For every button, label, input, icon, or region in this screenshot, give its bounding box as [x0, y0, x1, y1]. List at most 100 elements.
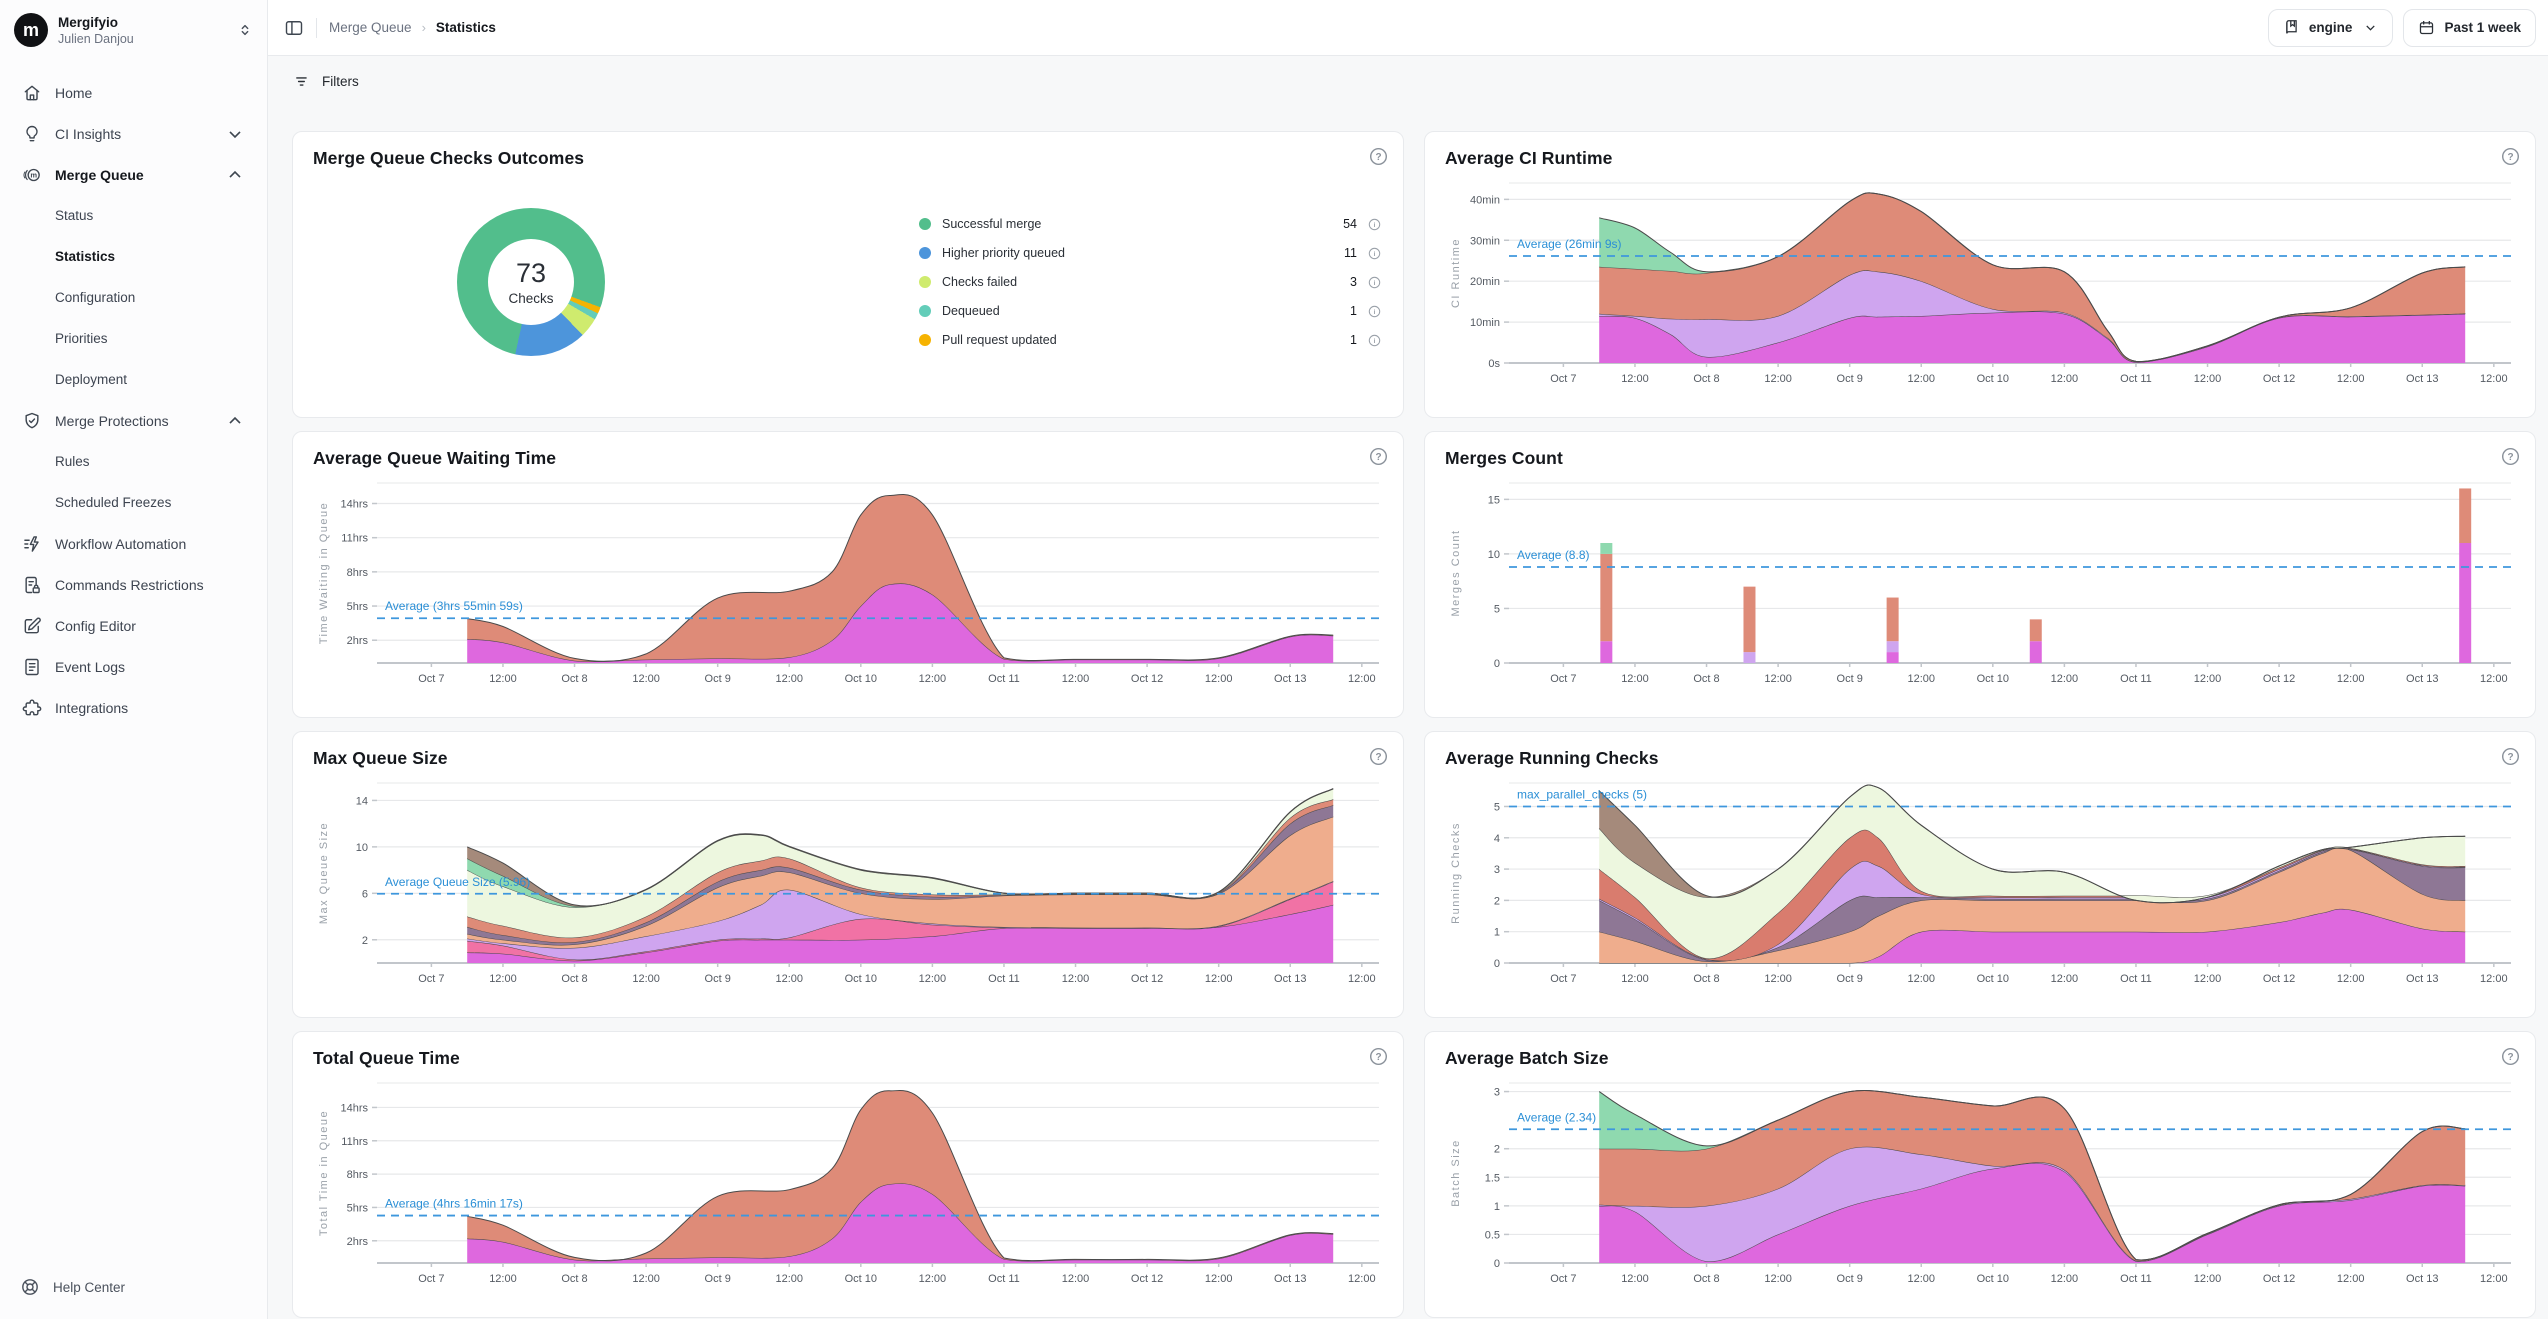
help-icon[interactable]: ? — [2501, 147, 2520, 166]
sidebar-item-label: Commands Restrictions — [55, 577, 204, 593]
sidebar-item-label: Home — [55, 85, 92, 101]
help-icon[interactable]: ? — [1369, 147, 1388, 166]
svg-text:Total Time in Queue: Total Time in Queue — [318, 1110, 330, 1236]
sidebar-item-statistics[interactable]: Statistics — [12, 236, 255, 277]
sidebar-item-event-logs[interactable]: Event Logs — [12, 646, 255, 687]
sidebar-item-deployment[interactable]: Deployment — [12, 359, 255, 400]
legend-item: Pull request updated1i — [919, 330, 1381, 351]
svg-text:14hrs: 14hrs — [340, 499, 368, 511]
info-icon[interactable]: i — [1368, 247, 1381, 260]
svg-text:Oct 12: Oct 12 — [2263, 373, 2295, 385]
sidebar-item-ci-insights[interactable]: CI Insights — [12, 113, 255, 154]
breadcrumb-section[interactable]: Merge Queue — [329, 20, 412, 35]
sidebar-item-label: Merge Queue — [55, 167, 144, 183]
org-name: Mergifyio — [58, 15, 134, 30]
svg-text:i: i — [1374, 221, 1376, 228]
svg-text:12:00: 12:00 — [2051, 973, 2079, 985]
svg-text:Oct 8: Oct 8 — [1693, 1273, 1719, 1285]
filters-button[interactable]: Filters — [322, 74, 359, 89]
svg-text:20min: 20min — [1470, 276, 1500, 288]
chart-total-queue: 2hrs5hrs8hrs11hrs14hrsOct 712:00Oct 812:… — [313, 1075, 1385, 1299]
help-icon[interactable]: ? — [1369, 447, 1388, 466]
zap-icon — [22, 534, 42, 554]
svg-text:Oct 10: Oct 10 — [845, 1273, 877, 1285]
sidebar-item-integrations[interactable]: Integrations — [12, 687, 255, 728]
legend-label: Dequeued — [942, 304, 1000, 318]
info-icon[interactable]: i — [1368, 276, 1381, 289]
svg-text:12:00: 12:00 — [1621, 1273, 1649, 1285]
card-outcomes: Merge Queue Checks Outcomes?73ChecksSucc… — [292, 131, 1404, 418]
sidebar-item-workflow-automation[interactable]: Workflow Automation — [12, 523, 255, 564]
svg-text:12:00: 12:00 — [2051, 673, 2079, 685]
info-icon[interactable]: i — [1368, 334, 1381, 347]
sidebar-item-scheduled-freezes[interactable]: Scheduled Freezes — [12, 482, 255, 523]
svg-text:14: 14 — [356, 795, 368, 807]
repository-select[interactable]: engine — [2268, 9, 2394, 47]
sidebar-item-config-editor[interactable]: Config Editor — [12, 605, 255, 646]
svg-text:Oct 11: Oct 11 — [988, 973, 1020, 985]
svg-text:0: 0 — [1494, 658, 1500, 670]
sidebar-item-configuration[interactable]: Configuration — [12, 277, 255, 318]
legend-dot — [919, 276, 931, 288]
card-title: Max Queue Size — [313, 748, 1383, 769]
svg-text:12:00: 12:00 — [1348, 1273, 1376, 1285]
svg-text:12:00: 12:00 — [775, 1273, 803, 1285]
svg-text:12:00: 12:00 — [1062, 973, 1090, 985]
help-center-button[interactable]: Help Center — [0, 1259, 267, 1319]
sidebar-item-label: Merge Protections — [55, 413, 169, 429]
sidebar-item-merge-protections[interactable]: Merge Protections — [12, 400, 255, 441]
svg-text:?: ? — [2507, 452, 2513, 463]
svg-text:Oct 7: Oct 7 — [1550, 973, 1576, 985]
svg-text:Oct 7: Oct 7 — [418, 1273, 444, 1285]
svg-text:0: 0 — [1494, 958, 1500, 970]
svg-text:Oct 12: Oct 12 — [2263, 973, 2295, 985]
chart-merges-count: 051015Oct 712:00Oct 812:00Oct 912:00Oct … — [1445, 475, 2517, 699]
svg-text:5: 5 — [1494, 603, 1500, 615]
card-running-checks: Average Running Checks?012345Oct 712:00O… — [1424, 731, 2536, 1018]
svg-text:?: ? — [2507, 152, 2513, 163]
sidebar-toggle-icon[interactable] — [284, 18, 304, 38]
svg-text:6: 6 — [362, 888, 368, 900]
legend-label: Checks failed — [942, 275, 1017, 289]
svg-text:Time Waiting in Queue: Time Waiting in Queue — [318, 502, 330, 645]
help-center-label: Help Center — [53, 1280, 125, 1295]
org-switcher[interactable]: m Mergifyio Julien Danjou — [0, 0, 267, 60]
sidebar-item-commands-restrictions[interactable]: Commands Restrictions — [12, 564, 255, 605]
time-range-button[interactable]: Past 1 week — [2403, 9, 2536, 47]
help-icon[interactable]: ? — [2501, 747, 2520, 766]
help-icon[interactable]: ? — [2501, 447, 2520, 466]
sidebar-item-rules[interactable]: Rules — [12, 441, 255, 482]
help-icon[interactable]: ? — [1369, 1047, 1388, 1066]
card-title: Merges Count — [1445, 448, 2515, 469]
svg-text:Batch Size: Batch Size — [1450, 1139, 1462, 1207]
svg-text:?: ? — [1375, 152, 1381, 163]
svg-text:12:00: 12:00 — [2337, 673, 2365, 685]
svg-text:12:00: 12:00 — [2194, 673, 2222, 685]
svg-text:2: 2 — [1494, 1144, 1500, 1156]
svg-text:Oct 7: Oct 7 — [1550, 373, 1576, 385]
info-icon[interactable]: i — [1368, 218, 1381, 231]
svg-text:40min: 40min — [1470, 194, 1500, 206]
svg-text:12:00: 12:00 — [1764, 373, 1792, 385]
sidebar-item-status[interactable]: Status — [12, 195, 255, 236]
help-icon[interactable]: ? — [2501, 1047, 2520, 1066]
help-icon[interactable]: ? — [1369, 747, 1388, 766]
chart-max-queue: 261014Oct 712:00Oct 812:00Oct 912:00Oct … — [313, 775, 1385, 999]
svg-text:12:00: 12:00 — [2194, 373, 2222, 385]
svg-text:i: i — [1374, 337, 1376, 344]
info-icon[interactable]: i — [1368, 305, 1381, 318]
svg-text:Oct 7: Oct 7 — [418, 973, 444, 985]
svg-text:Oct 9: Oct 9 — [1837, 973, 1863, 985]
svg-text:Oct 10: Oct 10 — [1977, 1273, 2009, 1285]
card-title: Average Queue Waiting Time — [313, 448, 1383, 469]
chevron-up-icon — [225, 165, 245, 185]
average-line-label: Average (4hrs 16min 17s) — [385, 1197, 523, 1211]
card-title: Merge Queue Checks Outcomes — [313, 148, 1383, 169]
svg-text:5hrs: 5hrs — [347, 1202, 369, 1214]
sidebar-item-home[interactable]: Home — [12, 72, 255, 113]
sidebar: m Mergifyio Julien Danjou Home CI Insight… — [0, 0, 268, 1319]
bulb-icon — [22, 124, 42, 144]
svg-text:2: 2 — [1494, 895, 1500, 907]
sidebar-item-merge-queue[interactable]: mMerge Queue — [12, 154, 255, 195]
sidebar-item-priorities[interactable]: Priorities — [12, 318, 255, 359]
